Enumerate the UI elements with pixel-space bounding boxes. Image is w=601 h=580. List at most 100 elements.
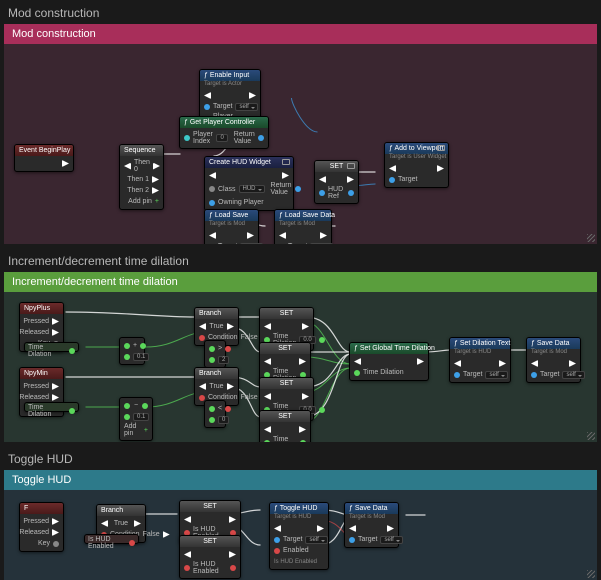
val-add[interactable]: 0.1 <box>133 353 149 361</box>
panel-header-time[interactable]: Increment/decrement time dilation <box>4 272 597 292</box>
node-add[interactable]: +0.1 <box>119 337 145 365</box>
pin-pressed[interactable]: Pressed <box>23 383 49 390</box>
target-selector[interactable]: self <box>380 536 402 544</box>
node-set-hud-2[interactable]: SET Is HUD Enabled <box>179 535 241 579</box>
node-get-hud-enabled[interactable]: Is HUD Enabled <box>84 534 139 544</box>
node-sub: Target is Mod <box>345 514 398 521</box>
node-sub: Target is Mod <box>275 221 331 228</box>
node-load-save-data[interactable]: ƒ Load Save Data Target is Mod Targetsel… <box>274 209 332 244</box>
node-toggle-hud[interactable]: ƒ Toggle HUD Target is HUD Targetself En… <box>269 502 329 570</box>
resize-handle-hud[interactable] <box>587 570 595 578</box>
pin-pressed[interactable]: Pressed <box>23 518 49 525</box>
target-selector[interactable]: self <box>305 536 327 544</box>
node-add-viewport[interactable]: ƒ Add to Viewport Target is User Widget … <box>384 142 449 188</box>
pin-released[interactable]: Released <box>19 394 49 401</box>
node-title: Branch <box>195 368 238 379</box>
pin-target[interactable]: Target <box>540 371 559 378</box>
node-get-td-2[interactable]: Time Dilation <box>24 402 79 412</box>
graph-hud[interactable]: F Pressed Released Key Branch True Condi… <box>4 490 597 580</box>
panel-time: Increment/decrement time dilation <box>4 272 597 442</box>
pin-class[interactable]: Class <box>218 186 236 193</box>
node-load-save[interactable]: ƒ Load Save Target is Mod Targetself <box>204 209 259 244</box>
node-sub: Target is Actor <box>200 81 260 88</box>
pin-pressed[interactable]: Pressed <box>23 318 49 325</box>
node-key-f[interactable]: F Pressed Released Key <box>19 502 64 552</box>
val-sub[interactable]: 0.1 <box>133 413 149 421</box>
pin-target[interactable]: Target <box>283 536 302 543</box>
pin-key[interactable]: Key <box>38 540 50 547</box>
target-selector[interactable]: self <box>485 371 507 379</box>
pin-false[interactable]: False <box>143 531 160 538</box>
pin-owning-player[interactable]: Owning Player <box>218 199 264 206</box>
node-get-player-controller[interactable]: ƒ Get Player Controller Player Index0 Ret… <box>179 116 269 149</box>
node-title: ƒ Load Save <box>205 210 258 221</box>
widget-icon <box>347 163 355 169</box>
node-set-td-4[interactable]: SET Time Dilation <box>259 410 311 442</box>
node-sub: Target is Mod <box>205 221 258 228</box>
pin-target[interactable]: Target <box>398 176 417 183</box>
graph-mod[interactable]: Event BeginPlay Sequence Then 0 Then 1 T… <box>4 44 597 244</box>
cmp-val[interactable]: 0 <box>218 416 229 424</box>
node-sub: Target is HUD <box>270 514 328 521</box>
node-save-data[interactable]: ƒ Save Data Target is Mod Targetself <box>526 337 581 383</box>
pin-true[interactable]: True <box>114 520 128 527</box>
pin-var[interactable]: Time Dilation <box>273 436 297 442</box>
player-index-val[interactable]: 0 <box>216 134 227 142</box>
node-event-beginplay[interactable]: Event BeginPlay <box>14 144 74 172</box>
panel-hud: Toggle HUD F Pressed Released Key Branch… <box>4 470 597 580</box>
pin-addpin[interactable]: Add pin <box>124 423 141 437</box>
node-sub: Target is HUD <box>450 349 510 356</box>
section-title-time: Increment/decrement time dilation <box>0 248 601 272</box>
node-title: NpyMin <box>20 368 63 379</box>
pin-then0[interactable]: Then 0 <box>134 159 150 173</box>
node-title: ƒ Get Player Controller <box>180 117 268 128</box>
node-set-global-td[interactable]: ƒ Set Global Time Dilation Time Dilation <box>349 342 429 381</box>
conn-label: Is HUD Enabled <box>274 559 317 565</box>
node-cmp-2[interactable]: <0 <box>204 400 226 428</box>
graph-time[interactable]: NpyPlus Pressed Released Key NpyMin Pres… <box>4 292 597 442</box>
node-title: NpyPlus <box>20 303 63 314</box>
pin-player-index[interactable]: Player Index <box>193 131 213 145</box>
resize-handle-time[interactable] <box>587 432 595 440</box>
node-title: Sequence <box>120 145 163 156</box>
pin-released[interactable]: Released <box>19 329 49 336</box>
node-cmp-1[interactable]: >2 <box>204 340 226 368</box>
pin-return[interactable]: Return Value <box>271 182 292 196</box>
class-selector[interactable]: HUD <box>239 185 265 193</box>
node-title: SET <box>260 343 310 354</box>
pin-released[interactable]: Released <box>19 529 49 536</box>
panel-header-mod[interactable]: Mod construction <box>4 24 597 44</box>
pin-false[interactable]: False <box>241 394 258 401</box>
pin-var[interactable]: HUD Ref <box>328 186 345 200</box>
resize-handle[interactable] <box>587 234 595 242</box>
node-title: ƒ Load Save Data <box>275 210 331 221</box>
pin-var[interactable]: Is HUD Enabled <box>193 561 227 575</box>
pin-then1[interactable]: Then 1 <box>127 176 149 183</box>
pin-enabled[interactable]: Enabled <box>283 547 309 554</box>
pin-target[interactable]: Target <box>463 371 482 378</box>
pin-then2[interactable]: Then 2 <box>127 187 149 194</box>
pin-addpin[interactable]: Add pin <box>128 198 152 205</box>
target-selector[interactable]: self <box>310 243 332 245</box>
node-sub[interactable]: −0.1Add pin+ <box>119 397 153 441</box>
pin-target[interactable]: Target <box>358 536 377 543</box>
pin-return[interactable]: Return Value <box>234 131 255 145</box>
panel-header-hud[interactable]: Toggle HUD <box>4 470 597 490</box>
pin-target[interactable]: Target <box>288 243 307 244</box>
node-save-hud[interactable]: ƒ Save Data Target is Mod Targetself <box>344 502 399 548</box>
pin-td[interactable]: Time Dilation <box>363 369 404 376</box>
pin-target[interactable]: Target <box>218 243 237 244</box>
target-selector[interactable]: self <box>240 243 262 245</box>
target-selector[interactable]: self <box>235 103 257 111</box>
node-create-hud-widget[interactable]: Create HUD Widget ClassHUDReturn Value O… <box>204 156 294 211</box>
pin-false[interactable]: False <box>241 334 258 341</box>
node-set-dilation-text[interactable]: ƒ Set Dilation Text Target is HUD Target… <box>449 337 511 383</box>
pin-target[interactable]: Target <box>213 103 232 110</box>
pin-true[interactable]: True <box>209 323 223 330</box>
pin-true[interactable]: True <box>209 383 223 390</box>
node-sequence[interactable]: Sequence Then 0 Then 1 Then 2 Add pin+ <box>119 144 164 210</box>
cmp-val[interactable]: 2 <box>218 356 229 364</box>
node-get-td-1[interactable]: Time Dilation <box>24 342 79 352</box>
node-set-hud-ref[interactable]: SET HUD Ref <box>314 160 359 204</box>
target-selector[interactable]: self <box>562 371 584 379</box>
